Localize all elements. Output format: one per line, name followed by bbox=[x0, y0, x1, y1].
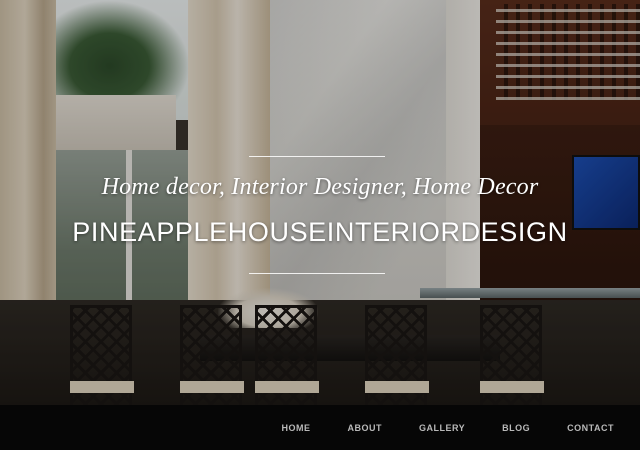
hero-tagline: Home decor, Interior Designer, Home Deco… bbox=[101, 174, 539, 200]
nav-menu: HOME ABOUT GALLERY BLOG CONTACT bbox=[282, 405, 615, 450]
nav-item-blog[interactable]: BLOG bbox=[502, 423, 530, 433]
nav-item-about[interactable]: ABOUT bbox=[348, 423, 383, 433]
divider-bottom bbox=[249, 273, 385, 274]
main-navbar: HOME ABOUT GALLERY BLOG CONTACT bbox=[0, 405, 640, 450]
hero-overlay bbox=[0, 0, 640, 405]
nav-item-home[interactable]: HOME bbox=[282, 423, 311, 433]
divider-top bbox=[249, 156, 385, 157]
nav-item-contact[interactable]: CONTACT bbox=[567, 423, 614, 433]
hero-banner: Home decor, Interior Designer, Home Deco… bbox=[0, 0, 640, 405]
site-title[interactable]: PINEAPPLEHOUSEINTERIORDESIGN bbox=[0, 217, 640, 248]
nav-item-gallery[interactable]: GALLERY bbox=[419, 423, 465, 433]
